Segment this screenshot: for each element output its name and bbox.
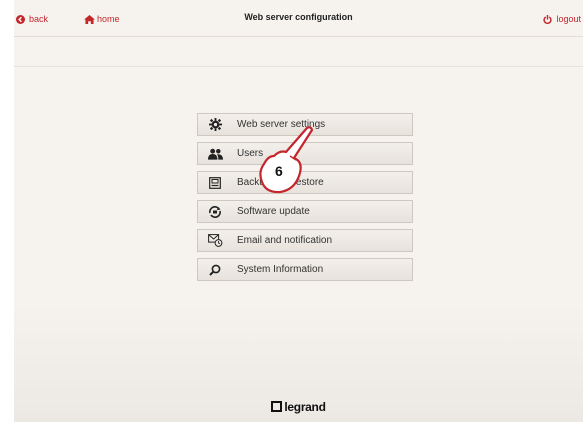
step-number-badge: 6: [275, 163, 283, 179]
menu-item-system-information[interactable]: System Information: [197, 258, 413, 281]
content-divider: [14, 66, 583, 67]
legrand-logo: legrand: [14, 400, 583, 414]
menu-item-label: Email and notification: [237, 235, 333, 246]
menu-item-label: Software update: [237, 206, 310, 217]
app-window: back home Web server configuration logou…: [14, 0, 583, 422]
backup-icon: [198, 176, 232, 189]
menu-item-software-update[interactable]: Software update: [197, 200, 413, 223]
users-icon: [198, 148, 232, 160]
update-icon: [198, 205, 232, 218]
menu-item-label: System Information: [237, 264, 324, 275]
gear-icon: [198, 118, 232, 131]
logout-button[interactable]: logout: [543, 12, 581, 26]
legrand-logo-mark-icon: [271, 401, 283, 412]
header-divider: [14, 36, 583, 37]
logout-label: logout: [556, 14, 581, 24]
search-icon: [198, 264, 232, 276]
power-icon: [543, 14, 553, 24]
top-bar: back home Web server configuration logou…: [14, 0, 583, 37]
page-title: Web server configuration: [244, 12, 353, 22]
menu-item-email-and-notification[interactable]: Email and notification: [197, 229, 413, 252]
logo-text: legrand: [284, 400, 326, 414]
email-icon: [198, 234, 232, 247]
pointing-hand-icon: [259, 126, 314, 194]
